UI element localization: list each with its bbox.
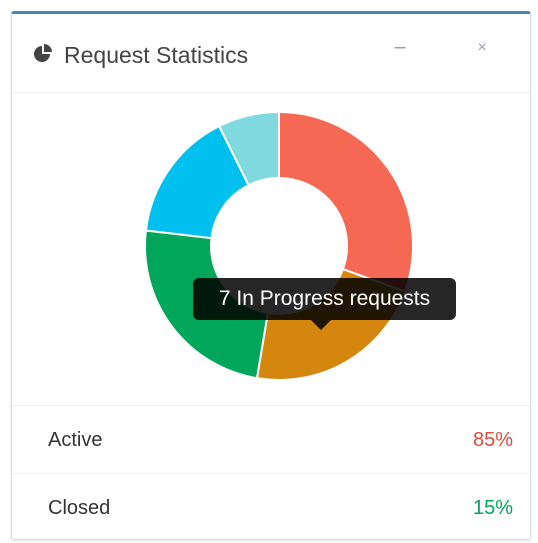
page: Request Statistics − × 7 In Progress req… [0, 0, 538, 543]
donut-chart [144, 110, 414, 381]
pie-chart-icon [32, 43, 54, 65]
active-value: 85% [472, 429, 513, 451]
list-item-active[interactable]: Active 85% [12, 405, 530, 473]
chart-area: 7 In Progress requests [12, 92, 530, 405]
donut-slice-0[interactable] [278, 110, 414, 293]
request-statistics-widget: Request Statistics − × 7 In Progress req… [11, 11, 531, 540]
widget-title: Request Statistics [64, 42, 249, 68]
stats-list: Active 85% Closed 15% [12, 405, 530, 541]
widget-header: Request Statistics − × [12, 14, 530, 93]
chart-tooltip: 7 In Progress requests [193, 278, 456, 320]
tooltip-caret [311, 320, 331, 330]
closed-value: 15% [472, 497, 513, 519]
close-icon[interactable]: × [468, 34, 496, 62]
list-item-closed[interactable]: Closed 15% [12, 473, 530, 541]
minus-icon[interactable]: − [386, 34, 414, 62]
active-label: Active [48, 429, 103, 451]
closed-label: Closed [48, 497, 111, 519]
